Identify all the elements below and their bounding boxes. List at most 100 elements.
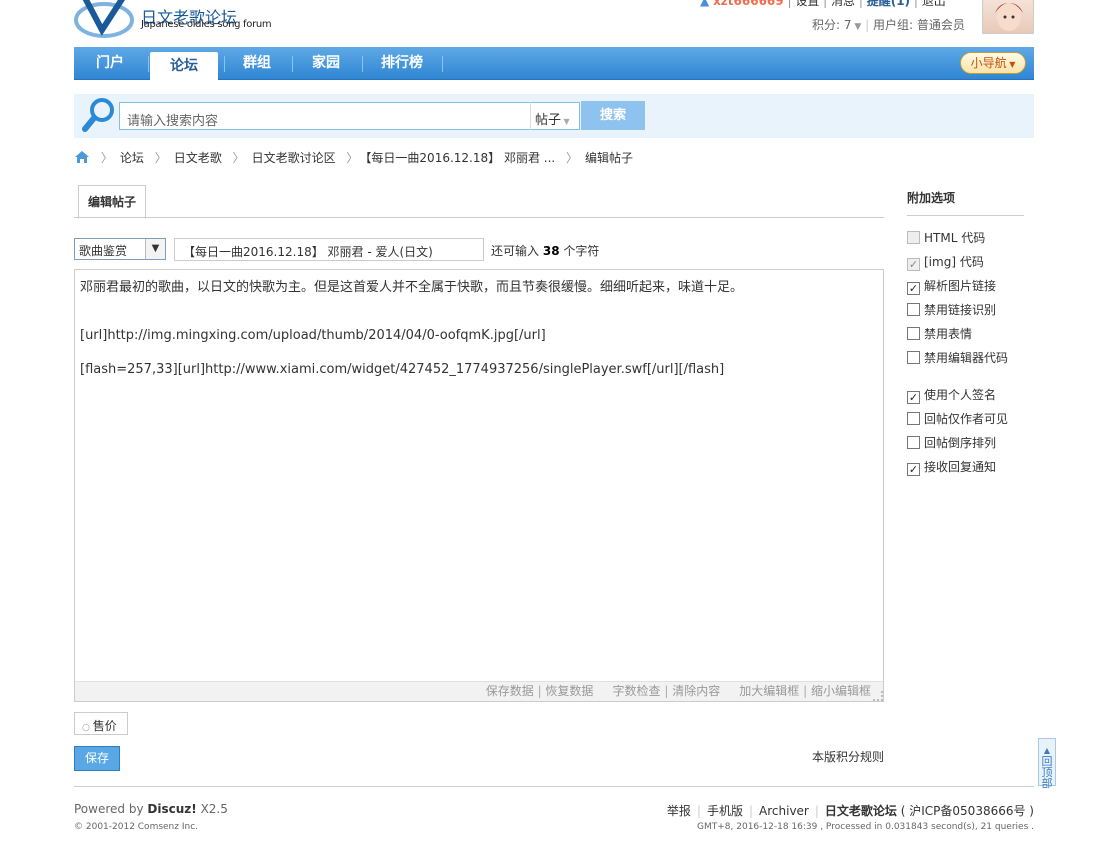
copyright: © 2001-2012 Comsenz Inc. xyxy=(74,822,199,832)
search-button[interactable]: 搜索 xyxy=(581,101,645,130)
site-name-en: Japanese oldies song forum xyxy=(141,19,272,30)
settings-link[interactable]: 设置 xyxy=(795,0,819,8)
subject-input[interactable]: 【每日一曲2016.12.18】 邓丽君 - 爱人(日文) xyxy=(174,238,484,261)
footer-site-name[interactable]: 日文老歌论坛 xyxy=(825,804,897,818)
restore-data-link[interactable]: 恢复数据 xyxy=(545,684,593,698)
home-icon[interactable] xyxy=(74,150,90,164)
search-type-label: 帖子 xyxy=(535,113,562,128)
nav-group[interactable]: 群组 xyxy=(226,47,288,80)
option-label: 接收回复通知 xyxy=(924,460,997,474)
editor-toolbar: 保存数据 | 恢复数据 字数检查 | 清除内容 加大编辑框 | 缩小编辑框 xyxy=(75,681,883,701)
mini-nav-button[interactable]: 小导航 ▼ xyxy=(960,52,1026,74)
breadcrumb-category[interactable]: 日文老歌 xyxy=(174,151,222,165)
count-suffix: 个字符 xyxy=(563,244,600,258)
logout-link[interactable]: 退出 xyxy=(922,0,946,8)
notice-link[interactable]: 提醒(1) xyxy=(867,0,910,8)
user-group[interactable]: 用户组: 普通会员 xyxy=(873,18,965,32)
arrow-up-icon: ▲ xyxy=(1043,746,1051,755)
search-bar: 请输入搜索内容 帖子 ▼ 搜索 xyxy=(74,94,1034,138)
search-input[interactable]: 请输入搜索内容 xyxy=(119,102,531,130)
option-label: 禁用链接识别 xyxy=(924,303,997,317)
credit-info: 积分: 7 ▼ | 用户组: 普通会员 xyxy=(812,18,965,32)
option-label: 禁用编辑器代码 xyxy=(924,351,1009,365)
option-4[interactable]: 禁用链接识别 xyxy=(907,301,997,317)
checkbox[interactable] xyxy=(907,303,920,316)
chevron-down-icon: ▼ xyxy=(1006,60,1016,69)
option-3[interactable]: ✓ 解析图片链接 xyxy=(907,277,997,295)
count-prefix: 还可输入 xyxy=(491,244,540,258)
option-8[interactable]: 回帖仅作者可见 xyxy=(907,410,1009,426)
checkbox[interactable] xyxy=(907,436,920,449)
nav-ranking[interactable]: 排行榜 xyxy=(364,47,440,80)
nav-forum[interactable]: 论坛 xyxy=(150,52,218,80)
category-select[interactable]: 歌曲鉴赏 ▼ xyxy=(74,238,166,260)
archiver-link[interactable]: Archiver xyxy=(759,804,809,818)
option-1[interactable]: HTML 代码 xyxy=(907,229,985,245)
powered-prefix: Powered by xyxy=(74,802,144,816)
price-label: 售价 xyxy=(92,719,117,733)
discuz-link[interactable]: Discuz! xyxy=(147,802,196,816)
footer-divider xyxy=(74,786,1034,787)
editor-textarea[interactable]: 邓丽君最初的歌曲，以日文的快歌为主。但是这首爱人并不全属于快歌，而且节奏很缓慢。… xyxy=(74,269,884,702)
resize-grip[interactable] xyxy=(873,691,883,701)
credit-rules-link[interactable]: 本版积分规则 xyxy=(812,748,884,765)
save-button[interactable]: 保存 xyxy=(74,746,120,771)
shrink-editor-link[interactable]: 缩小编辑框 xyxy=(811,684,871,698)
nav-home[interactable]: 家园 xyxy=(294,47,358,80)
messages-link[interactable]: 消息 xyxy=(831,0,855,8)
checkbox[interactable]: ✓ xyxy=(907,258,920,271)
word-check-link[interactable]: 字数检查 xyxy=(613,684,661,698)
checkbox[interactable] xyxy=(907,231,920,244)
user-toolbar: ▲ xzt666669 | 设置 | 消息 | 提醒(1) | 退出 xyxy=(700,0,946,9)
powered-by: Powered by Discuz! X2.5 xyxy=(74,802,228,816)
chevron-down-icon: ▼ xyxy=(851,22,862,32)
option-9[interactable]: 回帖倒序排列 xyxy=(907,434,997,450)
nav-portal[interactable]: 门户 xyxy=(80,47,140,80)
option-label: [img] 代码 xyxy=(924,255,984,269)
breadcrumb-forum[interactable]: 论坛 xyxy=(120,151,144,165)
main-nav: 门户 论坛 群组 家园 排行榜 小导航 ▼ xyxy=(74,47,1034,80)
search-type-select[interactable]: 帖子 ▼ xyxy=(530,102,580,130)
chevron-down-icon: ▼ xyxy=(561,117,570,126)
save-data-link[interactable]: 保存数据 xyxy=(486,684,534,698)
checkbox[interactable]: ✓ xyxy=(907,282,920,295)
clear-content-link[interactable]: 清除内容 xyxy=(672,684,720,698)
editor-line: [flash=257,33][url]http://www.xiami.com/… xyxy=(80,362,725,377)
username-link[interactable]: xzt666669 xyxy=(713,0,784,8)
option-label: 解析图片链接 xyxy=(924,279,997,293)
price-button[interactable]: ○ 售价 xyxy=(74,712,128,735)
site-logo-icon[interactable] xyxy=(74,0,134,38)
breadcrumb-current: 编辑帖子 xyxy=(585,151,634,165)
breadcrumb-board[interactable]: 日文老歌讨论区 xyxy=(252,151,336,165)
icp-link[interactable]: ( 沪ICP备05038666号 ) xyxy=(901,804,1034,818)
editor-line: 邓丽君最初的歌曲，以日文的快歌为主。但是这首爱人并不全属于快歌，而且节奏很缓慢。… xyxy=(80,280,744,295)
processing-info: GMT+8, 2016-12-18 16:39 , Processed in 0… xyxy=(697,822,1034,832)
option-10[interactable]: ✓ 接收回复通知 xyxy=(907,458,997,476)
back-to-top-label: 回顶部 xyxy=(1041,755,1053,790)
option-2[interactable]: ✓ [img] 代码 xyxy=(907,253,984,271)
option-label: 回帖倒序排列 xyxy=(924,436,997,450)
tab-edit-post[interactable]: 编辑帖子 xyxy=(78,185,146,219)
report-link[interactable]: 举报 xyxy=(667,804,691,818)
category-label: 歌曲鉴赏 xyxy=(79,244,128,258)
char-count: 还可输入 38 个字符 xyxy=(491,242,599,259)
user-icon: ▲ xyxy=(700,0,710,8)
breadcrumb-thread[interactable]: 【每日一曲2016.12.18】 邓丽君 ... xyxy=(365,151,555,165)
credit-text[interactable]: 积分: 7 xyxy=(812,18,852,32)
mini-nav-label: 小导航 xyxy=(970,56,1007,70)
checkbox[interactable]: ✓ xyxy=(907,463,920,476)
checkbox[interactable]: ✓ xyxy=(907,391,920,404)
checkbox[interactable] xyxy=(907,327,920,340)
option-label: 回帖仅作者可见 xyxy=(924,412,1009,426)
mobile-link[interactable]: 手机版 xyxy=(707,804,743,818)
checkbox[interactable] xyxy=(907,351,920,364)
option-7[interactable]: ✓ 使用个人签名 xyxy=(907,386,996,404)
avatar[interactable] xyxy=(982,0,1034,34)
option-5[interactable]: 禁用表情 xyxy=(907,325,972,341)
back-to-top-button[interactable]: ▲ 回顶部 xyxy=(1038,738,1056,790)
enlarge-editor-link[interactable]: 加大编辑框 xyxy=(739,684,799,698)
checkbox[interactable] xyxy=(907,412,920,425)
breadcrumb: 〉论坛 〉日文老歌 〉日文老歌讨论区 〉【每日一曲2016.12.18】 邓丽君… xyxy=(74,149,633,165)
option-6[interactable]: 禁用编辑器代码 xyxy=(907,349,1009,365)
bullet-icon: ○ xyxy=(82,723,93,733)
